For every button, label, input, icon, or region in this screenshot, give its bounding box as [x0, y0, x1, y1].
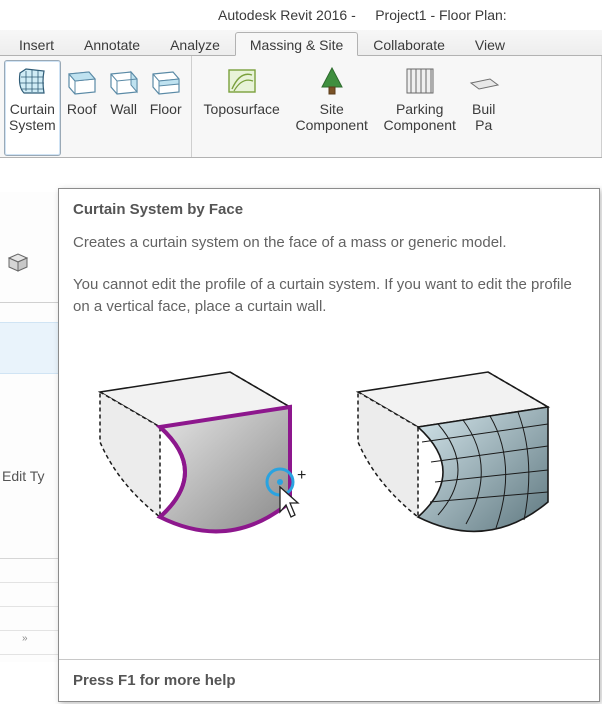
curtain-system-label: Curtain System: [9, 101, 56, 133]
edit-type-button[interactable]: Edit Ty: [0, 468, 45, 484]
wall-label: Wall: [110, 101, 137, 117]
tooltip-illustration: +: [59, 338, 599, 572]
ribbon-tabs: Insert Annotate Analyze Massing & Site C…: [0, 30, 602, 56]
wall-icon: [108, 65, 140, 97]
floor-label: Floor: [150, 101, 182, 117]
tooltip-desc-2: You cannot edit the profile of a curtain…: [73, 274, 585, 318]
tooltip-body: Creates a curtain system on the face of …: [59, 228, 599, 318]
roof-button[interactable]: Roof: [61, 60, 103, 156]
tooltip-title: Curtain System by Face: [59, 189, 599, 228]
panel-collapse-toggle[interactable]: »: [22, 633, 26, 644]
toposurface-button[interactable]: Toposurface: [196, 60, 288, 156]
site-component-label: Site Component: [295, 101, 367, 133]
tree-icon: [316, 65, 348, 97]
tab-insert[interactable]: Insert: [4, 32, 69, 55]
pad-icon: [468, 65, 500, 97]
parking-icon: [404, 65, 436, 97]
properties-palette: Edit Ty »: [0, 192, 60, 662]
tooltip-desc-1: Creates a curtain system on the face of …: [73, 232, 585, 254]
cube-icon: [6, 250, 30, 274]
svg-text:+: +: [297, 467, 306, 484]
tab-analyze[interactable]: Analyze: [155, 32, 235, 55]
site-component-button[interactable]: Site Component: [288, 60, 376, 156]
tab-collaborate[interactable]: Collaborate: [358, 32, 460, 55]
building-pad-button[interactable]: Buil Pa: [464, 60, 504, 156]
tab-massing-site[interactable]: Massing & Site: [235, 32, 358, 56]
parking-component-button[interactable]: Parking Component: [376, 60, 464, 156]
building-pad-label: Buil Pa: [472, 101, 495, 133]
tab-annotate[interactable]: Annotate: [69, 32, 155, 55]
roof-icon: [66, 65, 98, 97]
curtain-system-button[interactable]: Curtain System: [4, 60, 61, 156]
title-bar: Autodesk Revit 2016 - Project1 - Floor P…: [0, 0, 602, 30]
toposurface-icon: [226, 65, 258, 97]
curtain-system-icon: [16, 65, 48, 97]
parking-component-label: Parking Component: [383, 101, 455, 133]
floor-icon: [150, 65, 182, 97]
floor-button[interactable]: Floor: [145, 60, 187, 156]
properties-rows: [0, 558, 59, 630]
tab-view[interactable]: View: [460, 32, 520, 55]
roof-label: Roof: [67, 101, 97, 117]
panel-model-by-face: Curtain System Roof Wall: [0, 56, 192, 157]
wall-button[interactable]: Wall: [103, 60, 145, 156]
tooltip-footer: Press F1 for more help: [59, 659, 599, 701]
panel-site: Toposurface Site Component Parking Compo…: [192, 56, 602, 157]
ribbon: Curtain System Roof Wall: [0, 56, 602, 158]
tooltip-popup: Curtain System by Face Creates a curtain…: [58, 188, 600, 702]
toposurface-label: Toposurface: [204, 101, 280, 117]
